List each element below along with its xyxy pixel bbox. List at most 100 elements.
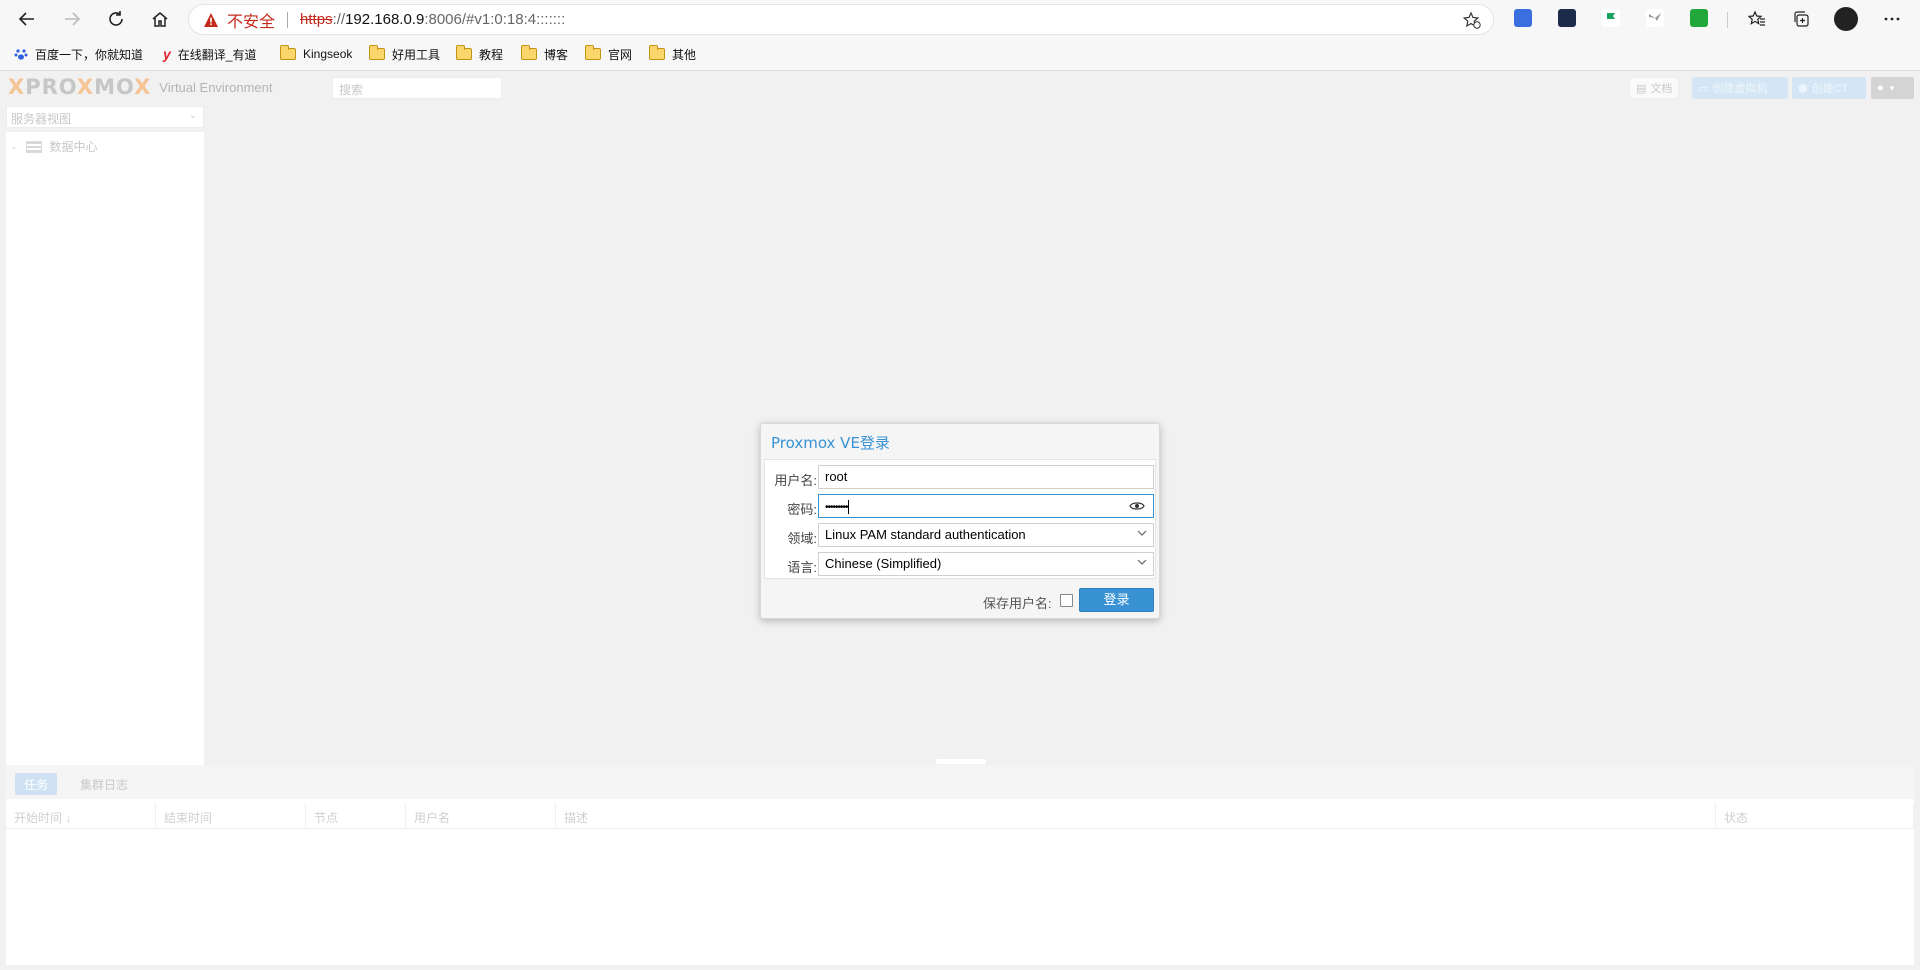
warning-icon [204, 12, 218, 27]
login-dialog: Proxmox VE登录 用户名: root 密码: ••••••••• 领域:… [760, 423, 1160, 619]
collections-icon[interactable] [1788, 6, 1814, 32]
address-bar[interactable]: 不安全 https :// 192.168.0.9 :8006/#v1:0:18… [188, 4, 1494, 35]
datacenter-icon [25, 140, 42, 153]
url-path: :8006/#v1:0:18:4::::::: [424, 11, 566, 28]
bookmark-label: 官网 [608, 47, 633, 62]
bookmark-baidu[interactable]: 百度一下，你就知道 [14, 44, 143, 64]
extension-bird-icon[interactable] [1646, 9, 1664, 27]
password-label: 密码: [787, 502, 817, 517]
bookmark-folder-tools[interactable]: 好用工具 [368, 44, 441, 64]
chevron-down-icon: ▾ [1889, 82, 1895, 93]
reload-icon[interactable] [103, 6, 129, 32]
panel-splitter[interactable] [936, 759, 986, 764]
username-row: 用户名: root [765, 465, 1157, 491]
folder-icon [455, 45, 472, 60]
chevron-down-icon [1137, 559, 1147, 565]
save-username-checkbox[interactable] [1060, 594, 1073, 607]
tree-item-datacenter[interactable]: ⌄ 数据中心 [10, 138, 98, 155]
folder-icon [648, 45, 665, 60]
proxmox-logo: XPROXMOX Virtual Environment [8, 75, 273, 99]
language-row: 语言: Chinese (Simplified) [765, 552, 1157, 578]
bookmark-label: 教程 [479, 47, 504, 62]
chevron-down-icon [1137, 530, 1147, 536]
column-end-time[interactable]: 结束时间 [156, 803, 306, 829]
resource-tree: ⌄ 数据中心 [6, 132, 204, 830]
bookmark-folder-tutorials[interactable]: 教程 [455, 44, 504, 64]
bookmark-label: Kingseok [303, 47, 353, 61]
bookmarks-bar: 百度一下，你就知道 y 在线翻译_有道 Kingseok 好用工具 教程 博客 … [0, 38, 1920, 71]
login-button[interactable]: 登录 [1079, 588, 1154, 612]
tab-tasks[interactable]: 任务 [15, 773, 58, 795]
book-icon: ▤ [1636, 82, 1647, 95]
username-field[interactable]: root [818, 465, 1154, 489]
url-separator: :// [332, 11, 346, 28]
bookmark-label: 在线翻译_有道 [177, 47, 257, 62]
docs-button[interactable]: ▤ 文档 [1629, 77, 1680, 99]
add-favorite-icon[interactable] [1463, 11, 1481, 29]
more-menu-icon[interactable] [1879, 6, 1905, 32]
realm-row: 领域: Linux PAM standard authentication [765, 523, 1157, 549]
eye-icon[interactable] [1129, 500, 1145, 512]
bookmark-folder-other[interactable]: 其他 [648, 44, 697, 64]
user-menu-button[interactable]: ● ▾ [1871, 77, 1914, 99]
log-panel: 任务 集群日志 开始时间 ↓ 结束时间 节点 用户名 描述 状态 [6, 765, 1914, 965]
task-grid-header: 开始时间 ↓ 结束时间 节点 用户名 描述 状态 [6, 803, 1914, 829]
baidu-paw-icon [14, 49, 28, 60]
password-row: 密码: ••••••••• [765, 494, 1157, 520]
home-icon[interactable] [147, 6, 173, 32]
address-divider [287, 11, 289, 28]
forward-icon[interactable] [59, 6, 85, 32]
create-ct-button[interactable]: ⬢ 创建CT [1792, 77, 1866, 99]
column-status[interactable]: 状态 [1716, 803, 1914, 829]
user-icon: ● [1877, 82, 1884, 94]
logo-wordmark: XPROXMOX [8, 75, 152, 99]
back-icon[interactable] [14, 6, 40, 32]
column-username[interactable]: 用户名 [406, 803, 556, 829]
text-cursor [847, 499, 849, 514]
search-input[interactable]: 搜索 [332, 77, 502, 99]
youdao-icon: y [163, 46, 171, 62]
language-label: 语言: [787, 560, 817, 575]
column-start-time[interactable]: 开始时间 ↓ [6, 803, 156, 829]
folder-icon [368, 45, 385, 60]
cube-icon: ⬢ [1798, 82, 1808, 95]
extension-chart-icon[interactable] [1558, 9, 1576, 27]
password-field[interactable]: ••••••••• [818, 494, 1154, 518]
bookmark-youdao[interactable]: y 在线翻译_有道 [163, 44, 256, 64]
folder-icon [584, 45, 601, 60]
folder-icon [520, 45, 537, 60]
expander-icon: ⌄ [10, 141, 18, 151]
toolbar-divider [1727, 12, 1728, 28]
profile-avatar[interactable] [1834, 7, 1858, 31]
log-tabs: 任务 集群日志 [6, 765, 1914, 799]
bookmark-label: 好用工具 [392, 47, 441, 62]
login-form: 用户名: root 密码: ••••••••• 领域: Linux PAM st… [764, 459, 1156, 579]
browser-toolbar: 不安全 https :// 192.168.0.9 :8006/#v1:0:18… [0, 0, 1920, 38]
save-username-label: 保存用户名: [983, 596, 1052, 611]
chevron-down-icon: ⌄ [188, 110, 197, 121]
extension-shield-icon[interactable] [1690, 9, 1708, 27]
security-status[interactable]: 不安全 [227, 8, 275, 32]
bookmark-folder-blog[interactable]: 博客 [520, 44, 568, 64]
realm-select[interactable]: Linux PAM standard authentication [818, 523, 1154, 547]
bookmark-label: 其他 [672, 47, 697, 62]
extension-stats-icon[interactable] [1514, 9, 1532, 27]
resource-panel: 服务器视图 ⌄ ⌄ 数据中心 [6, 106, 204, 830]
create-vm-button[interactable]: ▭ 创建虚拟机 [1692, 77, 1788, 99]
bookmark-label: 百度一下，你就知道 [35, 47, 144, 62]
column-node[interactable]: 节点 [306, 803, 406, 829]
monitor-icon: ▭ [1698, 82, 1709, 95]
bookmark-folder-kingseok[interactable]: Kingseok [279, 44, 353, 64]
extension-flag-icon[interactable] [1602, 9, 1620, 27]
product-name: Virtual Environment [159, 79, 273, 95]
url-scheme: https [300, 11, 333, 28]
password-mask: ••••••••• [825, 502, 848, 513]
view-selector[interactable]: 服务器视图 ⌄ [6, 106, 204, 128]
tab-cluster-log[interactable]: 集群日志 [71, 773, 137, 795]
favorites-icon[interactable] [1744, 6, 1770, 32]
bookmark-folder-official[interactable]: 官网 [584, 44, 633, 64]
realm-label: 领域: [787, 531, 817, 546]
column-description[interactable]: 描述 [556, 803, 1716, 829]
language-select[interactable]: Chinese (Simplified) [818, 552, 1154, 576]
username-label: 用户名: [774, 473, 817, 488]
